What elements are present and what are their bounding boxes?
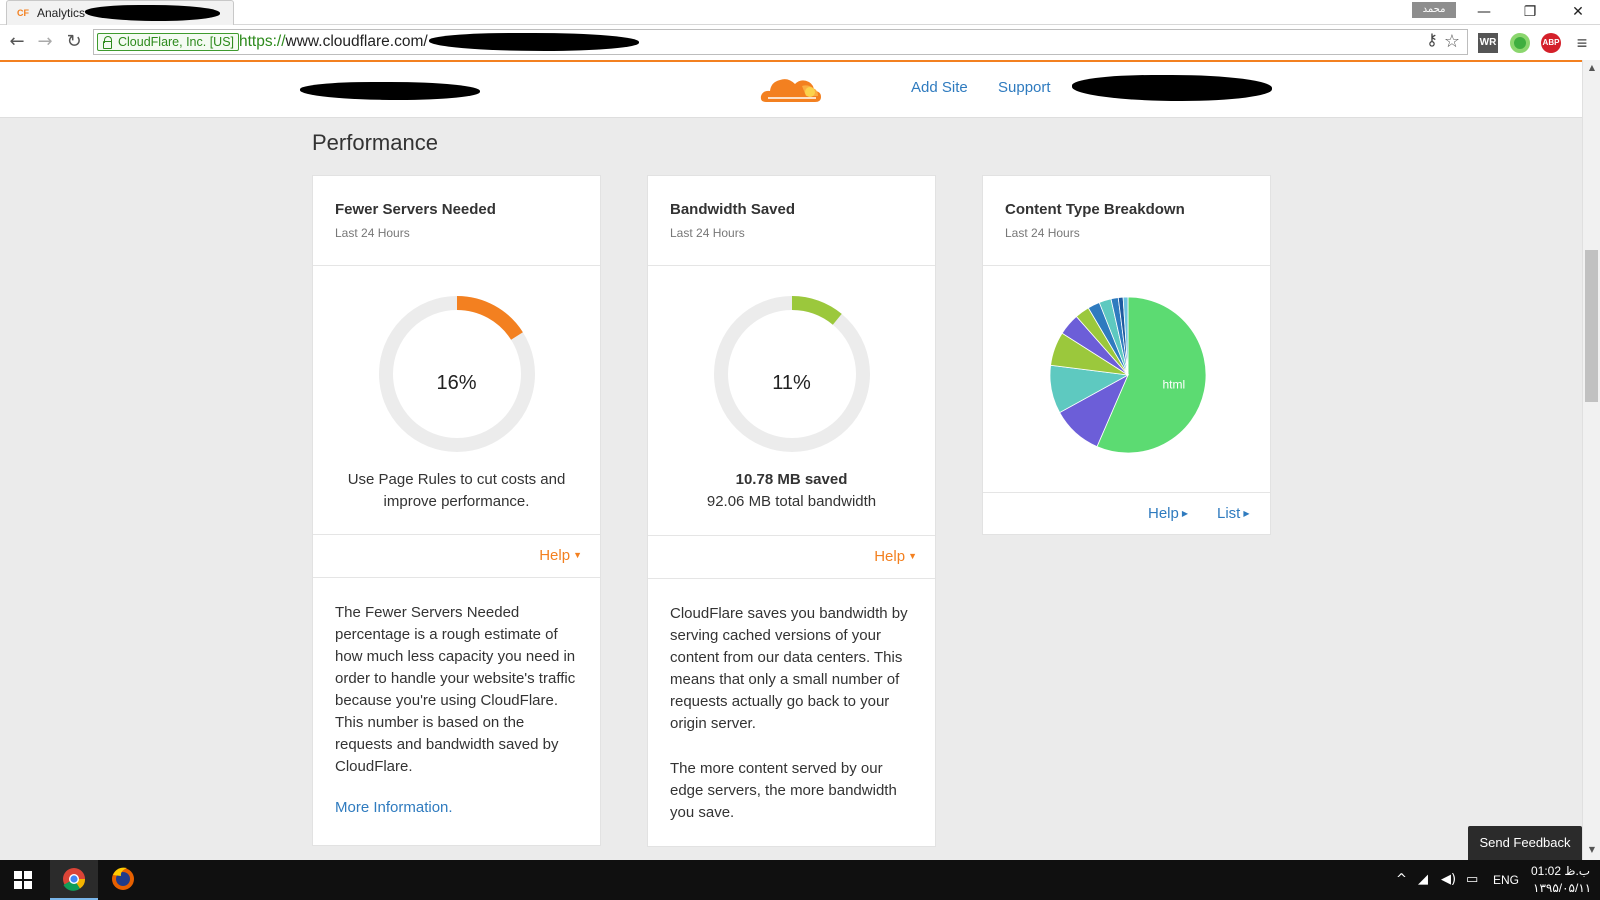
action-center-icon[interactable]: ▭ [1466,872,1478,887]
card-header: Content Type Breakdown Last 24 Hours [983,176,1270,266]
windows-start-icon[interactable] [14,871,32,889]
redaction-mark [429,33,639,51]
address-bar[interactable]: CloudFlare, Inc. [US] https://www.cloudf… [93,29,1468,55]
page-title: Performance [312,130,438,155]
redaction-mark [85,5,220,21]
send-feedback-button[interactable]: Send Feedback [1468,826,1582,860]
help-label: Help [874,548,906,565]
card-help-row: Help ▼ [313,534,600,578]
cloudflare-logo-icon[interactable] [758,72,824,106]
card-title: Fewer Servers Needed [335,201,496,218]
card-subtitle: Last 24 Hours [670,226,745,240]
content-list-link[interactable]: List ▶ [1217,505,1250,522]
star-icon[interactable]: ☆ [1441,31,1463,51]
windows-taskbar: ^ ◢ ◀) ▭ ENG 01:02 ب.ظ ۱۳۹۵/۰۵/۱۱ [0,860,1600,900]
bandwidth-percent: 11% [772,372,811,394]
restore-icon[interactable]: ❐ [1508,0,1552,25]
servers-description: The Fewer Servers Needed percentage is a… [335,604,576,775]
close-icon[interactable]: ✕ [1556,0,1600,25]
content-type-pie-chart[interactable]: html [1048,295,1208,455]
url-text: https://www.cloudflare.com/ [239,33,428,51]
bandwidth-description: CloudFlare saves you bandwidth by servin… [670,605,908,732]
card-help-row: Help ▼ [648,535,935,579]
reload-icon[interactable]: ↻ [62,31,86,55]
bandwidth-saved-card: Bandwidth Saved Last 24 Hours 11% 10.78 … [647,175,936,847]
scrollbar-thumb[interactable] [1585,250,1598,402]
servers-percent: 16% [436,372,477,394]
bandwidth-total-value: 92.06 MB total bandwidth [706,493,877,510]
add-site-link[interactable]: Add Site [911,79,968,96]
key-icon[interactable]: ⚷ [1424,31,1440,51]
input-language[interactable]: ENG [1493,873,1519,887]
chrome-icon[interactable] [50,860,98,900]
card-header: Bandwidth Saved Last 24 Hours [648,176,935,266]
card-subtitle: Last 24 Hours [1005,226,1080,240]
chrome-logo [63,868,86,891]
site-header: Add Site Support [0,62,1582,118]
pie-slice-label: html [1162,377,1185,391]
profile-badge[interactable]: محمد [1412,2,1456,18]
help-label: Help [539,547,571,564]
clock-date[interactable]: ۱۳۹۵/۰۵/۱۱ [1533,881,1591,895]
page-scrollbar[interactable]: ▲ ▼ [1582,60,1600,860]
servers-message: Use Page Rules to cut costs and improve … [313,469,600,513]
tab-title: Analytics [37,6,86,20]
adblock-icon[interactable]: ABP [1541,33,1561,53]
volume-icon[interactable]: ◀) [1441,872,1456,887]
clock-time[interactable]: 01:02 ب.ظ [1531,864,1590,878]
more-information-link[interactable]: More Information. [335,799,453,816]
url-scheme: https:// [239,33,286,50]
wr-extension-icon[interactable]: WR [1478,33,1498,53]
card-header: Fewer Servers Needed Last 24 Hours [313,176,600,266]
support-link[interactable]: Support [998,79,1051,96]
wifi-icon[interactable]: ◢ [1418,872,1428,887]
bandwidth-saved-value: 10.78 MB saved [735,471,848,488]
redaction-mark [300,82,480,100]
help-label: Help [1148,505,1179,522]
menu-icon[interactable]: ≡ [1572,33,1592,53]
bandwidth-help-toggle[interactable]: Help ▼ [874,548,917,565]
card-subtitle: Last 24 Hours [335,226,410,240]
caret-right-icon: ▶ [1243,509,1250,518]
cloudflare-favicon-icon: CF [17,8,29,18]
caret-down-icon: ▼ [573,550,582,560]
refresh-extension-icon[interactable] [1510,33,1530,53]
redaction-mark [1072,75,1272,101]
browser-tab-strip: CF Analytics محمد — ❐ ✕ [0,0,1600,25]
show-hidden-icons-icon[interactable]: ^ [1396,872,1407,887]
bandwidth-message: 10.78 MB saved 92.06 MB total bandwidth [648,469,935,513]
scroll-up-icon[interactable]: ▲ [1583,60,1600,76]
caret-right-icon: ▶ [1181,509,1189,518]
caret-down-icon: ▼ [908,551,917,561]
card-title: Bandwidth Saved [670,201,796,218]
browser-tab[interactable]: CF Analytics [6,0,234,25]
servers-message-line: Use Page Rules to cut costs and [347,471,566,488]
forward-icon[interactable]: → [33,31,57,55]
browser-toolbar: ← → ↻ CloudFlare, Inc. [US] https://www.… [0,25,1600,60]
more-information-link-wrap: More Information. [335,797,577,819]
content-help-link[interactable]: Help ▶ [1148,505,1188,522]
content-type-card: Content Type Breakdown Last 24 Hours htm… [982,175,1271,535]
minimize-icon[interactable]: — [1462,0,1506,25]
back-icon[interactable]: ← [5,31,29,55]
ev-certificate-badge[interactable]: CloudFlare, Inc. [US] [97,33,240,51]
firefox-icon[interactable] [99,860,147,900]
card-footer: Help ▶ List ▶ [983,492,1270,536]
scroll-down-icon[interactable]: ▼ [1583,842,1600,858]
firefox-logo [112,867,134,890]
bandwidth-description: The more content served by our edge serv… [670,760,897,821]
card-title: Content Type Breakdown [1005,201,1185,218]
lock-icon [103,36,112,49]
servers-help-toggle[interactable]: Help ▼ [539,547,582,564]
url-host: www.cloudflare.com/ [285,33,428,50]
fewer-servers-card: Fewer Servers Needed Last 24 Hours 16% U… [312,175,601,846]
ev-badge-label: CloudFlare, Inc. [US] [118,35,235,49]
servers-message-line: improve performance. [383,493,530,510]
list-label: List [1217,505,1241,522]
